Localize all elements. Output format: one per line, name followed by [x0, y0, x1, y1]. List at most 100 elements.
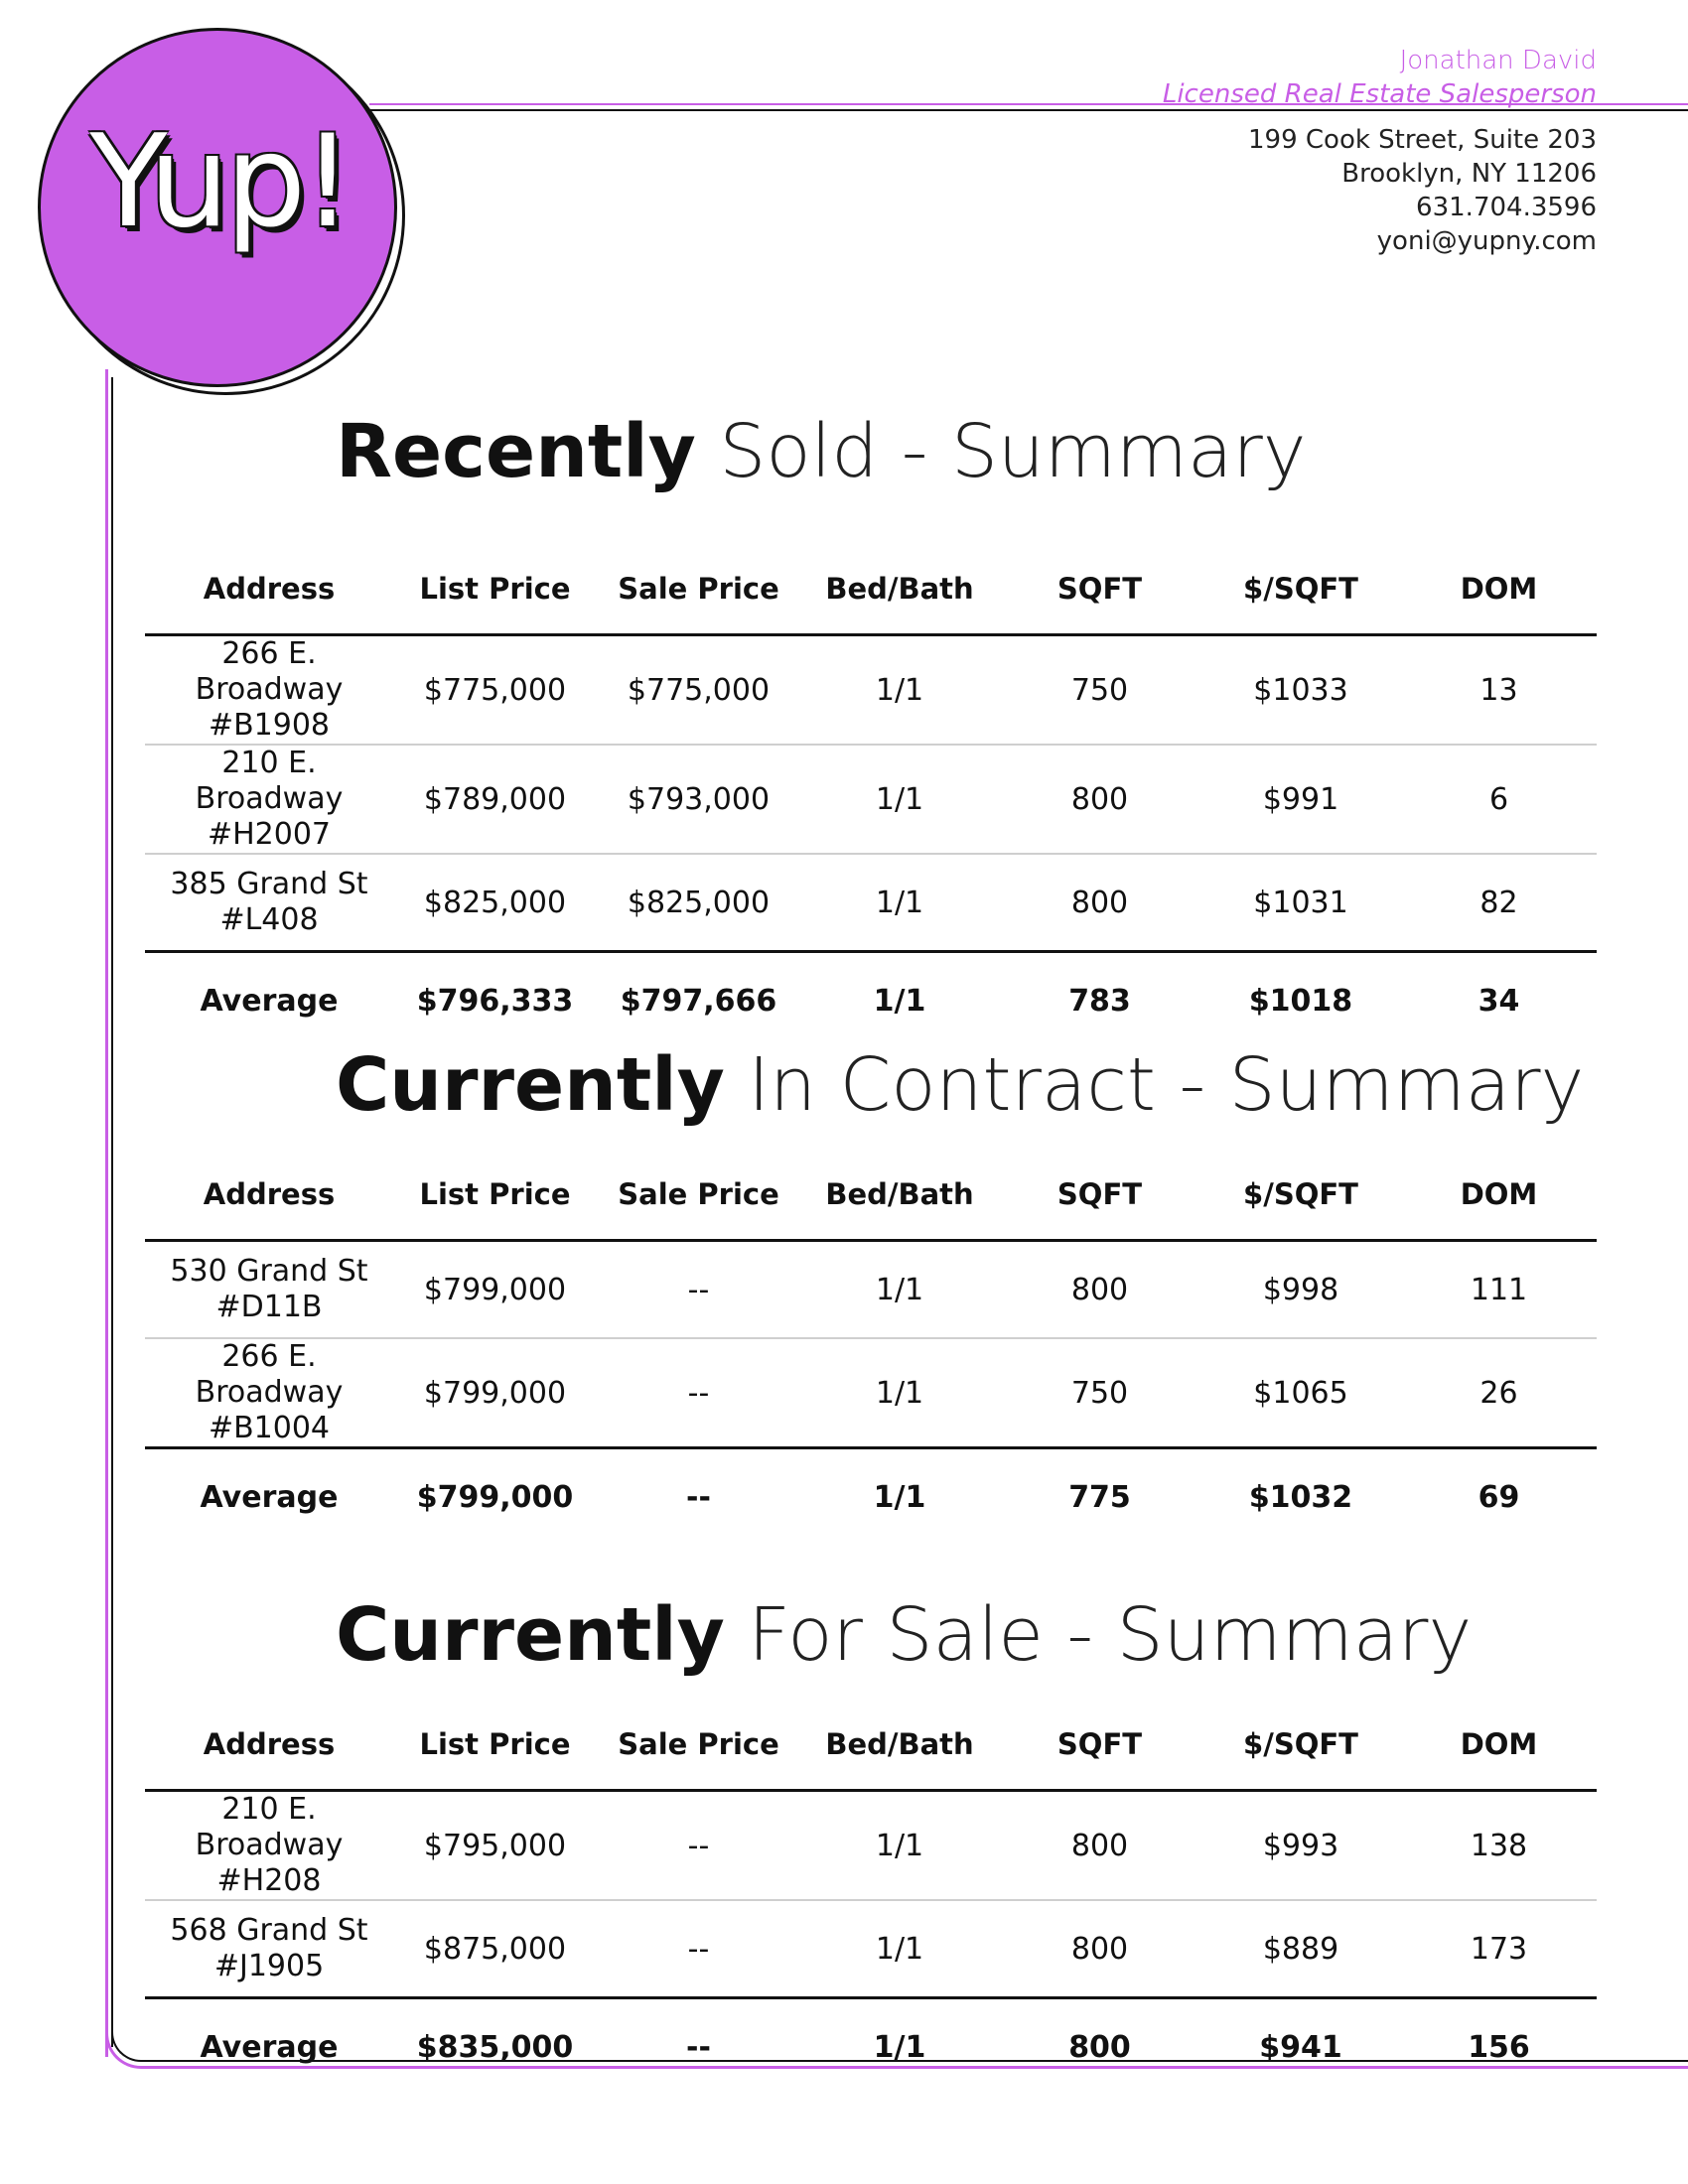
contact-email: yoni@yupny.com — [1376, 226, 1597, 256]
cell-price-per-sqft: $998 — [1200, 1240, 1401, 1339]
column-header-address: Address — [145, 1150, 393, 1242]
cell-price-per-sqft: $991 — [1200, 745, 1401, 855]
cell-avg-sale-price: -- — [686, 1479, 711, 1515]
for-sale-table: Address List Price Sale Price Bed/Bath S… — [145, 1700, 1597, 2095]
section-title-bold: Recently — [336, 409, 696, 494]
cell-dom: 26 — [1401, 1338, 1597, 1449]
address-street: 530 Grand St — [170, 1254, 368, 1289]
column-header-sale-price: Sale Price — [597, 1150, 800, 1242]
column-header-sale-price: Sale Price — [597, 544, 800, 636]
column-header-dom: DOM — [1401, 544, 1597, 636]
column-header-sqft: SQFT — [999, 1700, 1200, 1792]
address-unit: #J1905 — [213, 1949, 325, 1983]
cell-bed-bath: 1/1 — [800, 1790, 999, 1901]
cell-list-price: $875,000 — [393, 1900, 597, 1999]
agent-title: Licensed Real Estate Salesperson — [1162, 79, 1597, 109]
logo-wordmark: Yup! — [89, 108, 352, 256]
address-unit: #L408 — [219, 902, 319, 937]
column-header-bed-bath: Bed/Bath — [800, 544, 999, 636]
address-unit: #B1004 — [208, 1411, 331, 1445]
cell-list-price: $825,000 — [393, 854, 597, 953]
contact-address-line1: 199 Cook Street, Suite 203 — [1248, 125, 1597, 155]
cell-address: 266 E. Broadway #B1908 — [145, 634, 393, 746]
cell-dom: 82 — [1401, 854, 1597, 953]
cell-avg-price-per-sqft: $1032 — [1248, 1479, 1353, 1515]
cell-sqft: 750 — [999, 1338, 1200, 1449]
address-street: 568 Grand St — [170, 1913, 368, 1948]
cell-avg-price-per-sqft: $941 — [1259, 2029, 1342, 2065]
table-header-row: Address List Price Sale Price Bed/Bath S… — [145, 1150, 1597, 1242]
cell-avg-sale-price: -- — [686, 2029, 711, 2065]
table-row: 568 Grand St #J1905 $875,000 -- 1/1 800 $… — [145, 1900, 1597, 1999]
table-row: 385 Grand St #L408 $825,000 $825,000 1/1 … — [145, 854, 1597, 953]
cell-dom: 138 — [1401, 1790, 1597, 1901]
cell-bed-bath: 1/1 — [800, 1338, 999, 1449]
section-title-rest: Sold - Summary — [695, 409, 1307, 494]
table-header-row: Address List Price Sale Price Bed/Bath S… — [145, 544, 1597, 636]
table-row: 530 Grand St #D11B $799,000 -- 1/1 800 $9… — [145, 1240, 1597, 1339]
cell-list-price: $799,000 — [393, 1240, 597, 1339]
section-title-in-contract: Currently In Contract - Summary — [336, 1048, 1584, 1122]
cell-sale-price: $825,000 — [597, 854, 800, 953]
in-contract-table: Address List Price Sale Price Bed/Bath S… — [145, 1150, 1597, 1545]
column-header-price-per-sqft: $/SQFT — [1200, 544, 1401, 636]
cell-sqft: 800 — [999, 1790, 1200, 1901]
cell-bed-bath: 1/1 — [800, 745, 999, 855]
section-title-rest: In Contract - Summary — [724, 1042, 1585, 1128]
cell-sqft: 800 — [999, 1900, 1200, 1999]
average-row: Average $796,333 $797,666 1/1 783 $1018 … — [145, 952, 1597, 1049]
cell-avg-dom: 34 — [1477, 983, 1520, 1019]
cell-address: 266 E. Broadway #B1004 — [145, 1338, 393, 1449]
cell-address: 385 Grand St #L408 — [145, 854, 393, 953]
cell-price-per-sqft: $1031 — [1200, 854, 1401, 953]
cell-address: 210 E. Broadway #H2007 — [145, 745, 393, 855]
average-row: Average $835,000 -- 1/1 800 $941 156 — [145, 1998, 1597, 2096]
cell-avg-sale-price: $797,666 — [620, 983, 777, 1019]
column-header-address: Address — [145, 544, 393, 636]
cell-avg-bed-bath: 1/1 — [873, 983, 926, 1019]
cell-address: 210 E. Broadway #H208 — [145, 1790, 393, 1901]
table-header-row: Address List Price Sale Price Bed/Bath S… — [145, 1700, 1597, 1792]
agent-name: Jonathan David — [1399, 46, 1597, 75]
contact-block: 199 Cook Street, Suite 203 Brooklyn, NY … — [1248, 123, 1597, 258]
agent-header: Jonathan David Licensed Real Estate Sale… — [1163, 44, 1597, 111]
column-header-dom: DOM — [1401, 1150, 1597, 1242]
cell-dom: 173 — [1401, 1900, 1597, 1999]
cell-bed-bath: 1/1 — [800, 1240, 999, 1339]
cell-avg-list-price: $799,000 — [416, 1479, 574, 1515]
cell-address: 568 Grand St #J1905 — [145, 1900, 393, 1999]
cell-dom: 111 — [1401, 1240, 1597, 1339]
cell-avg-bed-bath: 1/1 — [873, 2029, 926, 2065]
table-row: 266 E. Broadway #B1908 $775,000 $775,000 … — [145, 634, 1597, 746]
cell-sqft: 750 — [999, 634, 1200, 746]
table-row: 266 E. Broadway #B1004 $799,000 -- 1/1 75… — [145, 1338, 1597, 1449]
frame-line-left-accent — [105, 369, 108, 2057]
cell-avg-dom: 156 — [1468, 2029, 1530, 2065]
cell-average-label: Average — [200, 1479, 339, 1515]
table-row: 210 E. Broadway #H2007 $789,000 $793,000 … — [145, 745, 1597, 855]
cell-sale-price: -- — [597, 1338, 800, 1449]
cell-sale-price: -- — [597, 1790, 800, 1901]
cell-bed-bath: 1/1 — [800, 854, 999, 953]
cell-sqft: 800 — [999, 745, 1200, 855]
yup-logo: Yup! — [38, 28, 407, 397]
column-header-list-price: List Price — [393, 1150, 597, 1242]
column-header-address: Address — [145, 1700, 393, 1792]
cell-average-label: Average — [200, 983, 339, 1019]
column-header-list-price: List Price — [393, 544, 597, 636]
cell-avg-list-price: $796,333 — [416, 983, 574, 1019]
cell-avg-dom: 69 — [1477, 1479, 1520, 1515]
cell-avg-bed-bath: 1/1 — [873, 1479, 926, 1515]
address-street: 266 E. Broadway — [195, 636, 344, 707]
cell-sqft: 800 — [999, 854, 1200, 953]
column-header-price-per-sqft: $/SQFT — [1200, 1700, 1401, 1792]
column-header-dom: DOM — [1401, 1700, 1597, 1792]
section-title-recently-sold: Recently Sold - Summary — [336, 415, 1307, 488]
column-header-sale-price: Sale Price — [597, 1700, 800, 1792]
column-header-price-per-sqft: $/SQFT — [1200, 1150, 1401, 1242]
cell-list-price: $795,000 — [393, 1790, 597, 1901]
cell-avg-sqft: 800 — [1068, 2029, 1131, 2065]
address-unit: #B1908 — [208, 708, 331, 743]
cell-avg-list-price: $835,000 — [416, 2029, 574, 2065]
table-row: 210 E. Broadway #H208 $795,000 -- 1/1 800… — [145, 1790, 1597, 1901]
